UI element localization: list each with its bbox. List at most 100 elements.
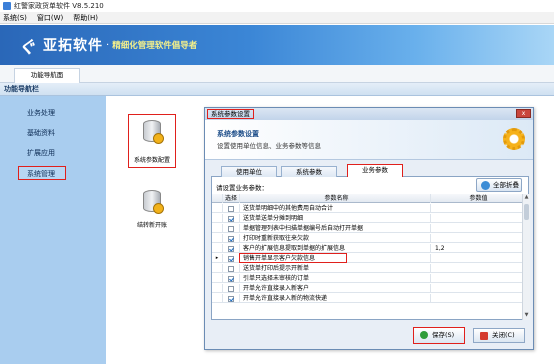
row-param-name: 开单允许直接录入新客户 <box>241 284 431 293</box>
tab-function-guide[interactable]: 功能导航面 <box>14 68 80 83</box>
row-param-name: 打印时重新获取往来欠款 <box>241 234 431 243</box>
row-param-value[interactable] <box>432 204 522 213</box>
dialog-title: 系统参数设置 <box>207 109 254 119</box>
dialog-titlebar[interactable]: 系统参数设置 x <box>205 108 533 120</box>
save-button[interactable]: 保存(S) <box>413 327 465 344</box>
nav-header: 功能导航栏 <box>0 83 554 96</box>
table-row[interactable]: 单据管理列表中扫描单据编号后自动打开单据 <box>212 224 522 233</box>
system-params-dialog: 系统参数设置 x 系统参数设置 设置使用单位信息、业务参数等信息 使用单位 系统… <box>204 107 534 350</box>
row-indicator <box>212 204 223 213</box>
sidebar-item-extensions[interactable]: 扩展应用 <box>27 148 55 158</box>
dialog-tabs: 使用单位 系统参数 业务参数 <box>211 164 529 178</box>
row-param-value[interactable] <box>432 274 522 283</box>
row-param-name: 送货单打印后提示开新单 <box>241 264 431 273</box>
row-checkbox[interactable] <box>223 284 240 293</box>
menu-bar: 系统(S) 窗口(W) 帮助(H) <box>0 12 554 24</box>
row-checkbox[interactable] <box>223 244 240 253</box>
row-param-name: 单据管理列表中扫描单据编号后自动打开单据 <box>241 224 431 233</box>
scroll-thumb[interactable] <box>524 204 529 220</box>
close-button[interactable]: 关闭(C) <box>473 328 525 343</box>
brand-tagline: 精细化管理软件倡导者 <box>112 41 198 51</box>
scroll-down-icon[interactable]: ▼ <box>523 312 530 320</box>
checkbox-unchecked[interactable] <box>228 225 234 232</box>
row-param-value[interactable] <box>432 284 522 293</box>
checkbox-checked[interactable] <box>228 215 234 222</box>
grid-header-value: 参数值 <box>469 195 488 202</box>
row-indicator <box>212 284 223 293</box>
table-row[interactable]: 客户的扩展信息提取到单据的扩展信息 1,2 <box>212 244 522 253</box>
window-titlebar: 红警家政货单软件 V8.5.210 <box>0 0 554 12</box>
row-indicator <box>212 234 223 243</box>
year-end-carryover-tool[interactable]: 结转新开账 <box>128 190 176 229</box>
dialog-close-icon[interactable]: x <box>516 109 531 118</box>
database-settings-icon <box>143 120 164 144</box>
row-param-value[interactable] <box>432 264 522 273</box>
row-param-value[interactable] <box>432 234 522 243</box>
scroll-up-icon[interactable]: ▲ <box>523 194 530 202</box>
table-row[interactable]: 开单允许直接录入新客户 <box>212 284 522 293</box>
checkbox-checked[interactable] <box>228 275 234 282</box>
grid-scrollbar[interactable]: ▲ ▼ <box>522 194 530 320</box>
row-param-name: 客户的扩展信息提取到单据的扩展信息 <box>241 244 431 253</box>
row-param-value[interactable]: 1,2 <box>432 244 522 253</box>
tab-business-params[interactable]: 业务参数 <box>347 164 403 178</box>
checkbox-unchecked[interactable] <box>228 205 234 212</box>
row-param-value[interactable] <box>432 214 522 223</box>
table-row[interactable]: 打印时重新获取往来欠款 <box>212 234 522 243</box>
row-param-value[interactable] <box>432 224 522 233</box>
dialog-subheading: 设置使用单位信息、业务参数等信息 <box>217 142 321 150</box>
business-params-panel: 请设置业务参数： 全部折叠 选择 参数名称 参数值 送货单明细中的其他费用自动合… <box>211 177 530 320</box>
table-row[interactable]: 送货单送单分摊到明细 <box>212 214 522 223</box>
row-checkbox[interactable] <box>223 224 240 233</box>
row-checkbox[interactable] <box>223 254 240 263</box>
system-params-tool[interactable]: 系统参数配置 <box>128 114 176 168</box>
row-checkbox[interactable] <box>223 294 240 303</box>
row-param-value[interactable] <box>432 254 522 263</box>
table-row[interactable]: 送货单明细中的其他费用自动合计 <box>212 204 522 213</box>
tab-system-params[interactable]: 系统参数 <box>281 166 337 177</box>
row-indicator <box>212 224 223 233</box>
checkbox-unchecked[interactable] <box>228 265 234 272</box>
row-param-name: 送货单明细中的其他费用自动合计 <box>241 204 431 213</box>
checkbox-checked[interactable] <box>228 245 234 252</box>
row-checkbox[interactable] <box>223 204 240 213</box>
system-params-tool-label: 系统参数配置 <box>133 157 170 164</box>
grid-header-name: 参数名称 <box>241 194 431 203</box>
app-icon <box>3 2 11 10</box>
sidebar-item-business[interactable]: 业务处理 <box>27 108 55 118</box>
sidebar-item-basic-data[interactable]: 基础资料 <box>27 128 55 138</box>
window-title: 红警家政货单软件 V8.5.210 <box>14 2 104 10</box>
row-param-value[interactable] <box>432 294 522 303</box>
row-checkbox[interactable] <box>223 274 240 283</box>
table-row[interactable]: 开单允许直接录入新的物流快递 <box>212 294 522 303</box>
brand-name: 亚拓软件 <box>43 38 103 54</box>
menu-help[interactable]: 帮助(H) <box>73 13 98 23</box>
row-checkbox[interactable] <box>223 264 240 273</box>
sidebar-item-system-admin[interactable]: 系统管理 <box>27 169 55 179</box>
collapse-all-button[interactable]: 全部折叠 <box>476 178 522 192</box>
menu-window[interactable]: 窗口(W) <box>37 13 63 23</box>
menu-system[interactable]: 系统(S) <box>3 13 27 23</box>
row-indicator <box>212 214 223 223</box>
row-indicator <box>212 294 223 303</box>
params-grid: 选择 参数名称 参数值 送货单明细中的其他费用自动合计 送货单送单分摊到明细 单… <box>212 194 530 320</box>
row-checkbox[interactable] <box>223 234 240 243</box>
row-checkbox[interactable] <box>223 214 240 223</box>
save-check-icon <box>420 331 428 339</box>
table-row[interactable]: 引单只选择未审核的订单 <box>212 274 522 283</box>
table-row[interactable]: 送货单打印后提示开新单 <box>212 264 522 273</box>
database-icon <box>143 190 164 214</box>
collapse-all-label: 全部折叠 <box>493 181 519 189</box>
checkbox-checked[interactable] <box>228 235 234 242</box>
gear-icon <box>503 128 525 150</box>
collapse-icon <box>481 181 490 190</box>
checkbox-checked[interactable] <box>228 295 234 302</box>
checkbox-checked[interactable] <box>228 255 234 262</box>
checkbox-unchecked[interactable] <box>228 285 234 292</box>
brand-separator: · <box>106 39 110 51</box>
document-tab-strip: 功能导航面 <box>0 65 554 83</box>
dialog-header: 系统参数设置 设置使用单位信息、业务参数等信息 <box>205 120 533 160</box>
tab-using-unit[interactable]: 使用单位 <box>221 166 277 177</box>
year-end-carryover-label: 结转新开账 <box>136 222 167 229</box>
save-button-label: 保存(S) <box>432 331 455 339</box>
